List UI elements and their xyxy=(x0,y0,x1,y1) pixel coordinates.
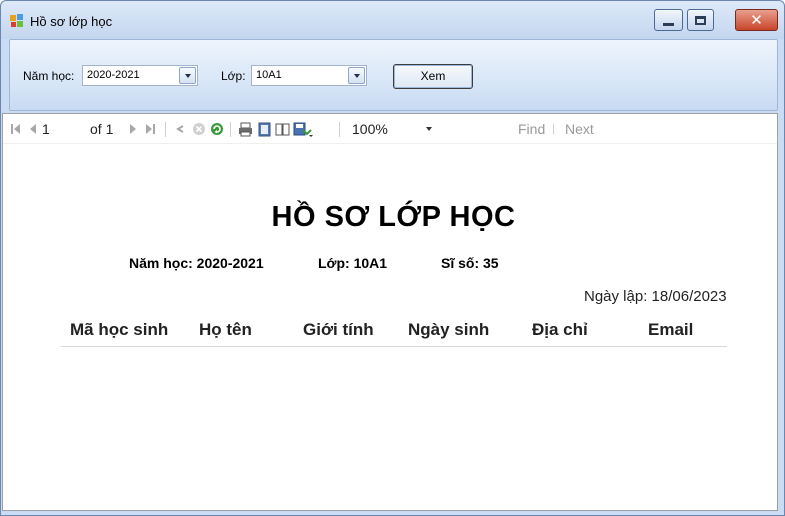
filter-panel: Năm học: 2020-2021 Lớp: 10A1 Xem xyxy=(9,39,778,111)
minimize-button[interactable] xyxy=(654,9,683,31)
column-header-address: Địa chỉ xyxy=(532,320,588,339)
close-icon: ✕ xyxy=(750,11,763,29)
find-next-button[interactable]: Next xyxy=(565,121,594,137)
title-bar[interactable]: Hồ sơ lớp học ✕ xyxy=(1,1,784,39)
page-count: of 1 xyxy=(90,121,114,137)
main-window: Hồ sơ lớp học ✕ Năm học: 2020-2021 Lớp: … xyxy=(0,0,785,516)
last-page-icon[interactable] xyxy=(144,123,156,135)
class-select[interactable]: 10A1 xyxy=(251,65,367,86)
report-class: Lớp: 10A1 xyxy=(318,255,388,271)
class-dropdown-arrow[interactable] xyxy=(348,67,365,84)
refresh-icon[interactable] xyxy=(210,122,224,136)
header-divider xyxy=(61,346,727,347)
first-page-icon[interactable] xyxy=(10,123,22,135)
class-label: Lớp: xyxy=(221,69,246,83)
zoom-dropdown-icon[interactable] xyxy=(426,127,432,131)
toolbar-separator xyxy=(339,122,340,137)
print-layout-icon[interactable] xyxy=(257,122,272,137)
find-input[interactable] xyxy=(444,119,510,139)
column-header-gender: Giới tính xyxy=(303,320,374,339)
minimize-icon xyxy=(663,22,674,26)
find-separator: | xyxy=(552,123,555,135)
chevron-down-icon xyxy=(353,73,360,78)
view-button[interactable]: Xem xyxy=(393,64,473,89)
previous-page-icon[interactable] xyxy=(28,123,38,135)
zoom-select[interactable]: 100% xyxy=(352,121,388,137)
school-year-label: Năm học: xyxy=(23,69,75,83)
toolbar-separator xyxy=(230,122,231,137)
back-icon[interactable] xyxy=(174,123,186,135)
maximize-icon xyxy=(695,15,706,25)
column-header-email: Email xyxy=(648,320,694,339)
report-created-date: Ngày lập: 18/06/2023 xyxy=(584,288,727,305)
close-button[interactable]: ✕ xyxy=(735,9,778,31)
find-button[interactable]: Find xyxy=(518,121,545,137)
report-class-size: Sĩ số: 35 xyxy=(441,255,499,271)
next-page-icon[interactable] xyxy=(128,123,138,135)
report-school-year: Năm học: 2020-2021 xyxy=(129,255,264,271)
current-page-input[interactable]: 1 xyxy=(42,121,50,137)
print-icon[interactable] xyxy=(238,122,253,137)
window-title: Hồ sơ lớp học xyxy=(30,14,113,29)
report-viewer: 1 of 1 100% Find | Next xyxy=(2,113,778,511)
export-icon[interactable] xyxy=(293,122,313,137)
maximize-button[interactable] xyxy=(687,9,714,31)
page-setup-icon[interactable] xyxy=(275,122,290,137)
app-icon xyxy=(10,14,23,27)
report-toolbar: 1 of 1 100% Find | Next xyxy=(3,114,777,144)
school-year-select[interactable]: 2020-2021 xyxy=(82,65,198,86)
column-header-birth-date: Ngày sinh xyxy=(408,320,490,339)
report-title: HỒ SƠ LỚP HỌC xyxy=(271,201,516,233)
column-header-full-name: Họ tên xyxy=(199,320,252,339)
column-header-student-id: Mã học sinh xyxy=(70,320,169,339)
chevron-down-icon xyxy=(184,73,191,78)
toolbar-separator xyxy=(165,122,166,137)
class-value: 10A1 xyxy=(256,69,282,81)
school-year-dropdown-arrow[interactable] xyxy=(179,67,196,84)
school-year-value: 2020-2021 xyxy=(87,69,140,81)
stop-icon[interactable] xyxy=(192,122,206,136)
